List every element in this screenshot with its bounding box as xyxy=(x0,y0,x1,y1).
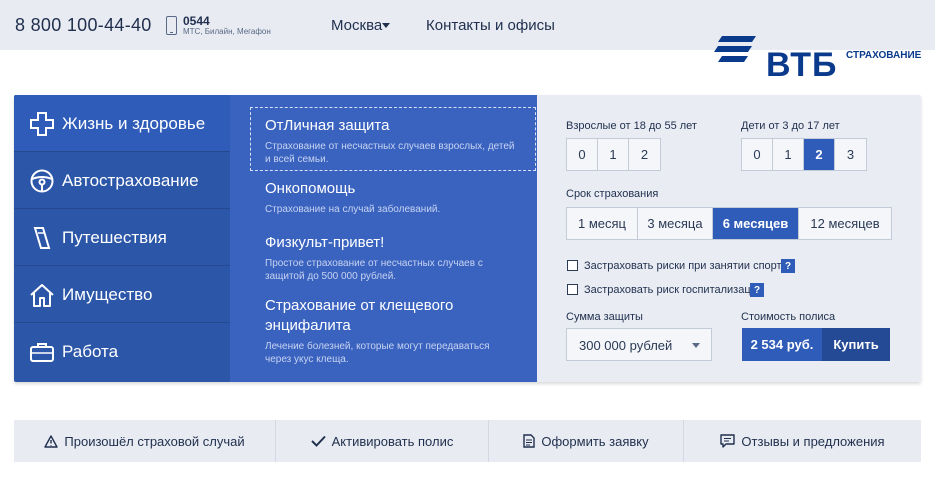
product-description: Лечение болезней, которые могут передава… xyxy=(265,341,490,365)
mobile-phone-icon xyxy=(166,16,177,35)
term-selector: 1 месяц 3 месяца 6 месяцев 12 месяцев xyxy=(566,207,892,240)
contacts-link[interactable]: Контакты и офисы xyxy=(426,17,555,34)
sport-checkbox[interactable] xyxy=(567,260,578,271)
product-encephalitis[interactable]: Страхование от клещевого энцифалита Лече… xyxy=(250,296,505,366)
product-fizkult-privet[interactable]: Физкульт-привет! Простое страхование от … xyxy=(250,233,500,283)
chevron-down-icon xyxy=(692,343,700,348)
chat-icon xyxy=(720,434,736,448)
policy-calculator: Взрослые от 18 до 55 лет 0 1 2 Дети от 3… xyxy=(537,95,921,382)
bottom-actions-bar: Произошёл страховой случай Активировать … xyxy=(14,420,921,462)
steering-wheel-icon xyxy=(30,169,54,193)
children-label: Дети от 3 до 17 лет xyxy=(741,120,840,132)
buy-button[interactable]: Купить xyxy=(822,328,890,361)
plus-icon xyxy=(30,112,54,136)
action-label: Произошёл страховой случай xyxy=(64,433,245,449)
logo-text: ВТБ xyxy=(766,46,838,84)
cost-value: 2 534 руб. xyxy=(742,328,822,361)
category-menu: Жизнь и здоровье Автострахование Путешес… xyxy=(14,95,238,382)
feedback-button[interactable]: Отзывы и предложения xyxy=(684,420,921,462)
insurance-panel: Жизнь и здоровье Автострахование Путешес… xyxy=(14,95,921,382)
house-icon xyxy=(30,284,54,307)
vtb-logo[interactable]: ВТБ СТРАХОВАНИЕ xyxy=(714,34,924,84)
category-travel[interactable]: Путешествия xyxy=(14,209,230,266)
category-label: Жизнь и здоровье xyxy=(62,114,206,133)
category-life-health[interactable]: Жизнь и здоровье xyxy=(14,95,238,152)
chevron-down-icon[interactable] xyxy=(382,23,390,28)
category-label: Автострахование xyxy=(62,171,199,190)
document-icon xyxy=(523,434,536,448)
product-otlichnaya-zashchita[interactable]: ОтЛичная защита Страхование от несчастны… xyxy=(250,107,536,171)
term-label: Срок страхования xyxy=(566,188,659,200)
hospital-checkbox[interactable] xyxy=(567,284,578,295)
term-option-3-months[interactable]: 3 месяца xyxy=(638,208,713,239)
submit-application-button[interactable]: Оформить заявку xyxy=(489,420,684,462)
report-claim-button[interactable]: Произошёл страховой случай xyxy=(14,420,276,462)
activate-policy-button[interactable]: Активировать полис xyxy=(276,420,489,462)
sum-label: Сумма защиты xyxy=(566,311,643,323)
adults-selector: 0 1 2 xyxy=(566,138,661,171)
adults-option-1[interactable]: 1 xyxy=(598,139,629,170)
sport-checkbox-label[interactable]: Застраховать риски при занятии спортом xyxy=(584,260,795,272)
cost-label: Стоимость полиса xyxy=(741,311,836,323)
children-option-3[interactable]: 3 xyxy=(835,139,866,170)
term-option-1-month[interactable]: 1 месяц xyxy=(567,208,638,239)
adults-label: Взрослые от 18 до 55 лет xyxy=(566,120,697,132)
category-property[interactable]: Имущество xyxy=(14,266,230,323)
ticket-icon xyxy=(33,227,51,249)
children-option-2[interactable]: 2 xyxy=(804,139,835,170)
mobile-number[interactable]: 0544 xyxy=(183,14,210,28)
product-title: Физкульт-привет! xyxy=(265,234,385,251)
sum-dropdown[interactable]: 300 000 рублей xyxy=(566,328,712,361)
category-label: Работа xyxy=(62,342,119,361)
product-description: Страхование от несчастных случаев взросл… xyxy=(265,141,515,165)
product-description: Простое страхование от несчастных случае… xyxy=(265,258,483,282)
category-auto[interactable]: Автострахование xyxy=(14,152,230,209)
hotline-phone[interactable]: 8 800 100-44-40 xyxy=(15,15,152,36)
product-title: Страхование от клещевого энцифалита xyxy=(265,297,454,334)
term-option-6-months[interactable]: 6 месяцев xyxy=(713,208,799,239)
product-onkopomoshch[interactable]: Онкопомощь Страхование на случай заболев… xyxy=(250,179,535,216)
action-label: Оформить заявку xyxy=(541,433,649,449)
sum-value: 300 000 рублей xyxy=(579,338,673,353)
product-description: Страхование на случай заболеваний. xyxy=(265,204,441,215)
city-selector[interactable]: Москва xyxy=(331,17,382,34)
category-work[interactable]: Работа xyxy=(14,323,230,380)
mobile-operators: МТС, Билайн, Мегафон xyxy=(183,27,271,36)
children-option-1[interactable]: 1 xyxy=(773,139,804,170)
action-label: Отзывы и предложения xyxy=(741,433,885,449)
hospital-help-icon[interactable]: ? xyxy=(750,283,764,297)
hospital-checkbox-label[interactable]: Застраховать риск госпитализации xyxy=(584,284,763,296)
adults-option-0[interactable]: 0 xyxy=(567,139,598,170)
warning-icon xyxy=(44,434,59,448)
children-option-0[interactable]: 0 xyxy=(742,139,773,170)
term-option-12-months[interactable]: 12 месяцев xyxy=(799,208,891,239)
adults-option-2[interactable]: 2 xyxy=(629,139,660,170)
product-title: Онкопомощь xyxy=(265,180,356,197)
category-label: Путешествия xyxy=(62,228,167,247)
sport-help-icon[interactable]: ? xyxy=(781,259,795,273)
action-label: Активировать полис xyxy=(331,433,454,449)
checkmark-icon xyxy=(310,435,326,447)
product-title: ОтЛичная защита xyxy=(265,117,390,134)
children-selector: 0 1 2 3 xyxy=(741,138,867,171)
briefcase-icon xyxy=(30,343,54,362)
logo-subtitle: СТРАХОВАНИЕ xyxy=(846,50,922,61)
vtb-emblem-icon xyxy=(714,36,756,62)
product-list: ОтЛичная защита Страхование от несчастны… xyxy=(230,95,537,382)
category-label: Имущество xyxy=(62,285,153,304)
